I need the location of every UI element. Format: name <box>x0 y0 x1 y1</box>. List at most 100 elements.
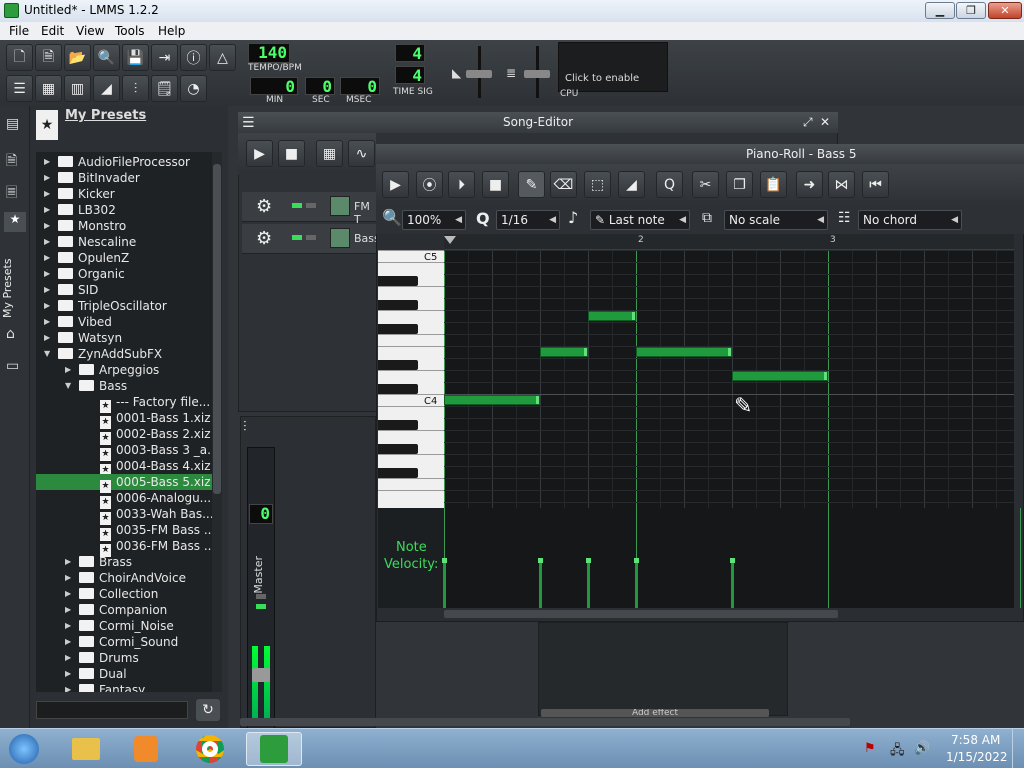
chevron-right-icon[interactable]: ▶ <box>65 570 71 586</box>
chevron-right-icon[interactable]: ▶ <box>65 650 71 666</box>
paste-button[interactable]: 📋 <box>760 171 787 198</box>
piano-black-key[interactable] <box>378 300 418 310</box>
preset-folder-item[interactable]: ▶ OpulenZ <box>44 250 129 266</box>
preset-folder-item[interactable]: ▶ Collection <box>65 586 158 602</box>
chevron-right-icon[interactable]: ▶ <box>65 586 71 602</box>
piano-roll-hscroll[interactable] <box>444 610 838 618</box>
new-project-button[interactable]: 🗋 <box>6 44 33 71</box>
preset-file-item[interactable]: ★ 0001-Bass 1.xiz <box>100 410 211 429</box>
open-project-button[interactable]: 📂 <box>64 44 91 71</box>
taskbar-chrome[interactable] <box>186 732 234 766</box>
copy-button[interactable]: ❐ <box>726 171 753 198</box>
piano-black-key[interactable] <box>378 420 418 430</box>
recent-projects-button[interactable]: 🔍 <box>93 44 120 71</box>
chevron-right-icon[interactable]: ▶ <box>44 282 50 298</box>
preset-file-item[interactable]: ★ 0005-Bass 5.xiz <box>36 474 212 493</box>
chevron-right-icon[interactable]: ▶ <box>44 234 50 250</box>
chevron-right-icon[interactable]: ▶ <box>65 618 71 634</box>
velocity-bar[interactable] <box>443 560 446 608</box>
chevron-right-icon[interactable]: ▶ <box>65 554 71 570</box>
minimize-button[interactable]: ▁ <box>925 2 955 19</box>
pr-record-play-button[interactable]: ⏵ <box>448 171 475 198</box>
menu-tools[interactable]: Tools <box>115 24 145 38</box>
menu-file[interactable]: File <box>9 24 29 38</box>
chevron-right-icon[interactable]: ▶ <box>44 218 50 234</box>
detune-mode-button[interactable]: ◢ <box>618 171 645 198</box>
piano-black-key[interactable] <box>378 324 418 334</box>
note-grid[interactable] <box>444 250 1014 508</box>
chevron-right-icon[interactable]: ▶ <box>65 602 71 618</box>
song-stop-button[interactable]: ■ <box>278 140 305 167</box>
save-project-button[interactable]: 💾 <box>122 44 149 71</box>
preset-folder-item[interactable]: ▶ TripleOscillator <box>44 298 167 314</box>
chevron-down-icon[interactable]: ▼ <box>44 346 50 362</box>
preset-folder-item[interactable]: ▶ Vibed <box>44 314 112 330</box>
automation-editor-toggle[interactable]: ◢ <box>93 75 120 102</box>
preset-folder-item[interactable]: ▶ BitInvader <box>44 170 140 186</box>
pr-record-button[interactable]: ⦿ <box>416 171 443 198</box>
projects-icon[interactable]: 🗎 <box>6 150 17 174</box>
chevron-right-icon[interactable]: ▶ <box>65 666 71 682</box>
show-desktop-button[interactable] <box>1012 729 1024 768</box>
preset-folder-item[interactable]: ▶ Nescaline <box>44 234 136 250</box>
quantize-button[interactable]: Q <box>656 171 683 198</box>
track-row-fm[interactable]: ⚙ FM T <box>242 192 378 226</box>
start-button[interactable] <box>4 732 44 766</box>
taskbar-media[interactable] <box>122 732 170 766</box>
piano-black-key[interactable] <box>378 384 418 394</box>
solo-led[interactable] <box>306 235 316 240</box>
presets-tab-icon[interactable]: ★ <box>4 212 26 232</box>
piano-roll-toggle[interactable]: ▥ <box>64 75 91 102</box>
preset-folder-item[interactable]: ▶ LB302 <box>44 202 116 218</box>
instrument-plugins-icon[interactable]: ▤ <box>6 116 19 132</box>
piano-black-key[interactable] <box>378 360 418 370</box>
chevron-right-icon[interactable]: ▶ <box>44 330 50 346</box>
mute-led[interactable] <box>292 235 302 240</box>
scale-combo[interactable]: No scale ◀ <box>724 210 828 230</box>
menu-edit[interactable]: Edit <box>41 24 64 38</box>
quantize-combo[interactable]: 1/16 ◀ <box>496 210 560 230</box>
back-to-start-button[interactable]: ⋈ <box>828 171 855 198</box>
note-length-combo[interactable]: ✎ Last note ◀ <box>590 210 690 230</box>
preset-folder-item[interactable]: ▶ ChoirAndVoice <box>65 570 186 586</box>
chevron-right-icon[interactable]: ▶ <box>65 634 71 650</box>
preset-folder-item[interactable]: ▶ Organic <box>44 266 125 282</box>
preset-folder-item[interactable]: ▶ Companion <box>65 602 167 618</box>
metronome-button[interactable]: △ <box>209 44 236 71</box>
mixer-toggle[interactable]: ⫶ <box>122 75 149 102</box>
preset-folder-item[interactable]: ▶ Kicker <box>44 186 115 202</box>
preset-file-item[interactable]: ★ 0004-Bass 4.xiz <box>100 458 211 477</box>
midi-note[interactable] <box>588 311 636 321</box>
preset-folder-item[interactable]: ▶ Cormi_Sound <box>65 634 178 650</box>
speaker-icon[interactable]: 🔊 <box>914 741 930 756</box>
tempo-display[interactable]: 140 <box>248 43 290 63</box>
mute-led[interactable] <box>292 203 302 208</box>
preset-file-item[interactable]: ★ --- Factory file... <box>100 394 210 413</box>
song-play-button[interactable]: ▶ <box>246 140 273 167</box>
select-mode-button[interactable]: ⬚ <box>584 171 611 198</box>
refresh-button[interactable]: ↻ <box>196 699 220 721</box>
cut-button[interactable]: ✂ <box>692 171 719 198</box>
maximize-button[interactable]: ❐ <box>956 2 986 19</box>
preset-folder-item[interactable]: ▶ Drums <box>65 650 139 666</box>
preset-folder-item[interactable]: ▶ SID <box>44 282 98 298</box>
whats-this-button[interactable]: ⓘ <box>180 44 207 71</box>
midi-note[interactable] <box>444 395 540 405</box>
preset-folder-item[interactable]: ▶ AudioFileProcessor <box>44 154 190 170</box>
velocity-handle[interactable] <box>730 558 735 563</box>
chevron-right-icon[interactable]: ▶ <box>65 362 71 378</box>
beat-editor-toggle[interactable]: ▦ <box>35 75 62 102</box>
chevron-right-icon[interactable]: ▶ <box>44 314 50 330</box>
playhead-marker[interactable] <box>444 236 456 244</box>
preset-file-item[interactable]: ★ 0006-Analogu... <box>100 490 211 509</box>
close-button[interactable]: ✕ <box>988 2 1022 19</box>
chevron-right-icon[interactable]: ▶ <box>44 250 50 266</box>
preset-file-item[interactable]: ★ 0003-Bass 3 _a... <box>100 442 219 461</box>
chevron-down-icon[interactable]: ▼ <box>65 378 71 394</box>
preset-folder-item[interactable]: ▶ Fantasy <box>65 682 145 692</box>
song-editor-toggle[interactable]: ☰ <box>6 75 33 102</box>
chevron-right-icon[interactable]: ▶ <box>44 202 50 218</box>
menu-help[interactable]: Help <box>158 24 185 38</box>
velocity-bar[interactable] <box>587 560 590 608</box>
velocity-editor[interactable]: Note Velocity: <box>378 508 1021 608</box>
